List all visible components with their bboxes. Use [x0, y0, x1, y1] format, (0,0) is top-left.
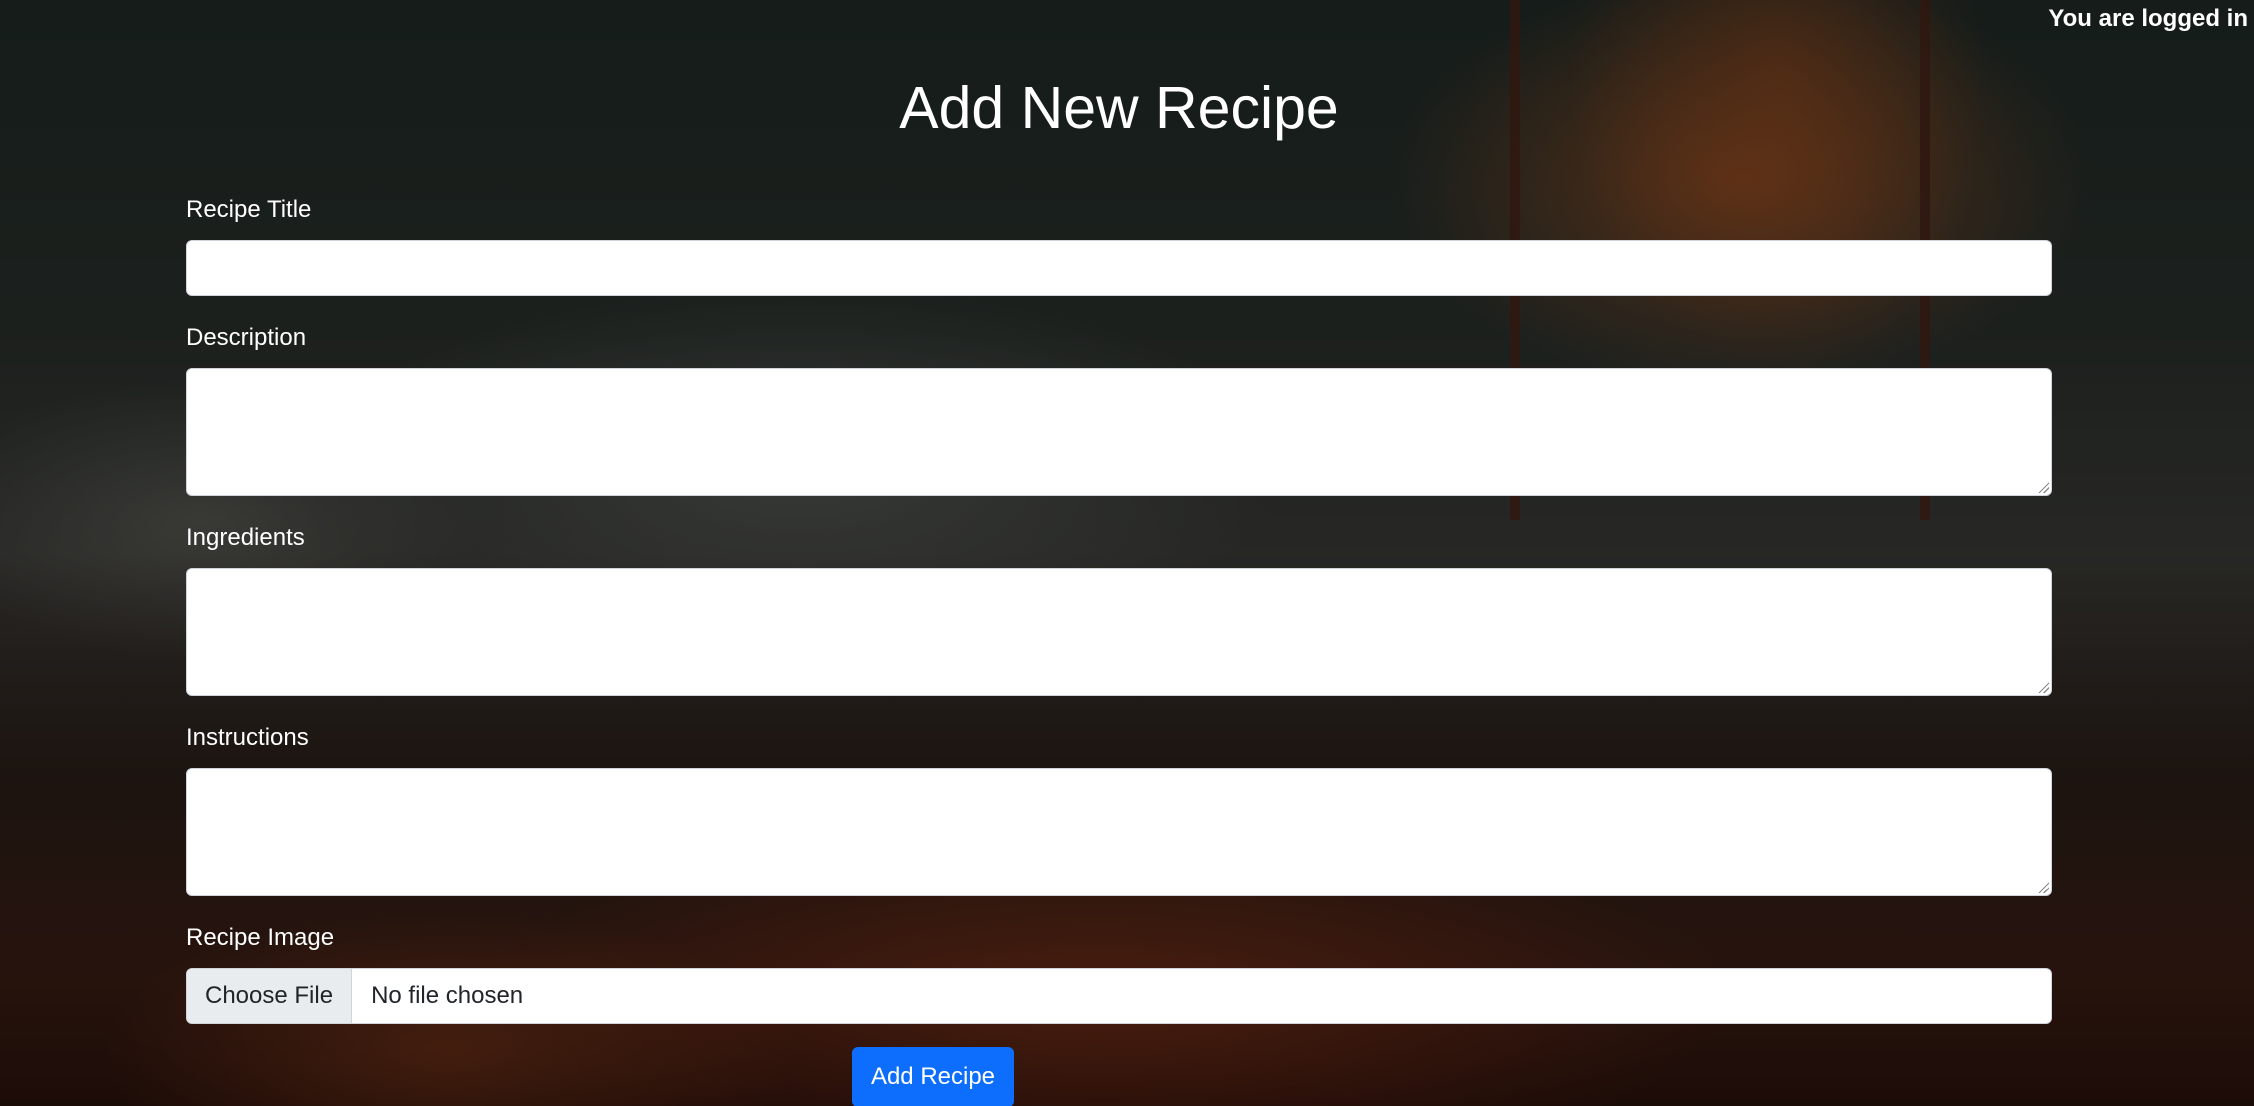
add-recipe-button[interactable]: Add Recipe — [852, 1047, 1014, 1106]
ingredients-label: Ingredients — [186, 524, 305, 551]
background-overlay — [0, 0, 2254, 1106]
description-textarea[interactable] — [186, 368, 2052, 496]
recipe-image-label: Recipe Image — [186, 924, 335, 951]
resize-grip-icon[interactable] — [2037, 481, 2049, 493]
ingredients-textarea[interactable] — [186, 568, 2052, 696]
instructions-label: Instructions — [186, 724, 309, 751]
page-title: Add New Recipe — [899, 75, 1339, 141]
choose-file-button[interactable]: Choose File — [187, 969, 353, 1023]
resize-grip-icon[interactable] — [2037, 681, 2049, 693]
instructions-textarea[interactable] — [186, 768, 2052, 896]
login-status: You are logged in — [2048, 5, 2248, 32]
recipe-title-label: Recipe Title — [186, 196, 312, 223]
recipe-image-file-input[interactable]: Choose File No file chosen — [186, 968, 2052, 1024]
resize-grip-icon[interactable] — [2037, 881, 2049, 893]
description-label: Description — [186, 324, 307, 351]
file-status-text: No file chosen — [371, 982, 524, 1009]
recipe-title-input[interactable] — [186, 240, 2052, 296]
background-image — [0, 0, 2254, 1106]
